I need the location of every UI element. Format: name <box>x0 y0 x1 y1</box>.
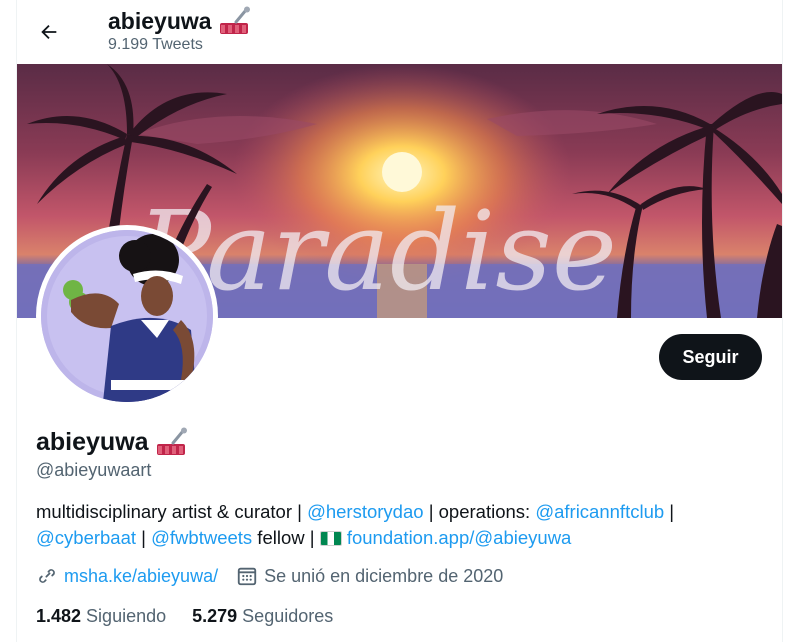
followers-count: 5.279 <box>192 606 238 626</box>
calendar-icon <box>237 567 257 586</box>
profile-handle: @abieyuwaart <box>36 460 152 480</box>
website-item: msha.ke/abieyuwa/ <box>36 565 218 587</box>
back-button[interactable] <box>31 14 67 50</box>
nail-polish-emoji-icon <box>219 6 250 34</box>
following-count: 1.482 <box>36 606 82 626</box>
foundation-link[interactable]: foundation.app/@abieyuwa <box>347 527 572 548</box>
link-icon <box>39 569 55 583</box>
header-name: abieyuwa <box>108 7 212 34</box>
profile-stats: 1.482 Siguiendo 5.279 Seguidores <box>36 606 333 627</box>
joined-item: Se unió en diciembre de 2020 <box>236 565 503 587</box>
followers-stat[interactable]: 5.279 Seguidores <box>192 606 333 627</box>
bio-text: | <box>136 527 152 548</box>
joined-date: Se unió en diciembre de 2020 <box>264 565 504 586</box>
mention-africannftclub[interactable]: @africannftclub <box>535 501 664 522</box>
mention-herstorydao[interactable]: @herstorydao <box>307 501 423 522</box>
followers-label: Seguidores <box>242 606 334 626</box>
profile-name: abieyuwa <box>36 427 149 456</box>
mention-fwbtweets[interactable]: @fwbtweets <box>151 527 252 548</box>
bio-text: multidisciplinary artist & curator | <box>36 501 308 522</box>
bio-text: | <box>664 501 675 522</box>
profile-avatar[interactable] <box>36 225 218 407</box>
bio-text: fellow | <box>252 527 320 548</box>
following-stat[interactable]: 1.482 Siguiendo <box>36 606 166 627</box>
follow-button[interactable]: Seguir <box>659 334 762 380</box>
header-title: abieyuwa <box>108 6 252 36</box>
profile-name-row: abieyuwa <box>36 426 189 458</box>
arrow-left-icon <box>41 24 57 40</box>
mention-cyberbaat[interactable]: @cyberbaat <box>36 527 136 548</box>
following-label: Siguiendo <box>86 606 167 626</box>
website-link[interactable]: msha.ke/abieyuwa/ <box>64 566 218 587</box>
nail-polish-emoji-icon <box>156 427 187 455</box>
profile-meta: msha.ke/abieyuwa/ Se unió en diciembre d… <box>36 565 503 587</box>
bio-text: | operations: <box>423 501 536 522</box>
tweet-count: 9.199 Tweets <box>108 36 203 53</box>
nigeria-flag-icon <box>319 531 342 546</box>
profile-bio: multidisciplinary artist & curator | @he… <box>36 499 766 551</box>
